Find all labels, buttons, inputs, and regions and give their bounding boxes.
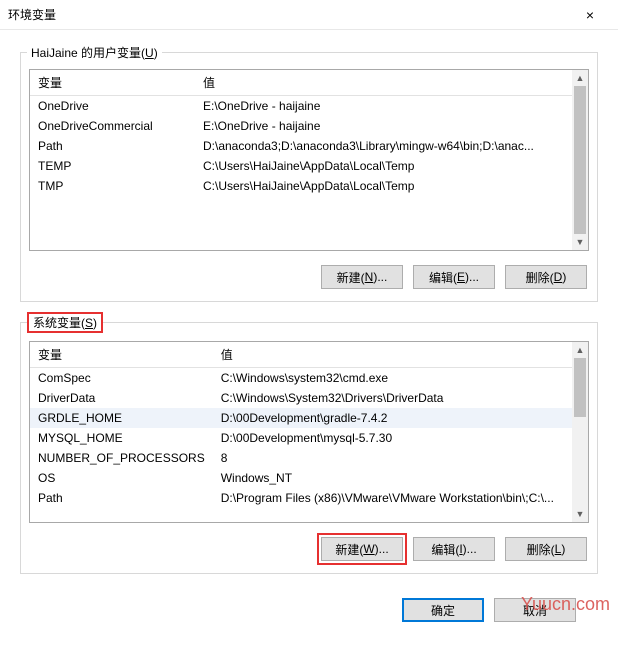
window-title: 环境变量 [8,6,570,23]
title-bar: 环境变量 × [0,0,618,30]
ok-button[interactable]: 确定 [402,598,484,622]
system-delete-button[interactable]: 删除(L) [505,537,587,561]
table-row[interactable]: OneDriveCommercialE:\OneDrive - haijaine [30,116,588,136]
scroll-track[interactable] [572,86,588,234]
scroll-down-icon[interactable]: ▼ [572,234,588,250]
table-row[interactable]: MYSQL_HOMED:\00Development\mysql-5.7.30 [30,428,588,448]
system-edit-button[interactable]: 编辑(I)... [413,537,495,561]
scrollbar[interactable]: ▲ ▼ [572,342,588,522]
system-variables-legend: 系统变量(S) [27,312,103,333]
scroll-up-icon[interactable]: ▲ [572,70,588,86]
table-row[interactable]: PathD:\Program Files (x86)\VMware\VMware… [30,488,588,508]
scroll-track[interactable] [572,358,588,506]
system-buttons-row: 新建(W)... 编辑(I)... 删除(L) [21,531,597,573]
scrollbar[interactable]: ▲ ▼ [572,70,588,250]
scroll-down-icon[interactable]: ▼ [572,506,588,522]
table-row[interactable]: OSWindows_NT [30,468,588,488]
user-buttons-row: 新建(N)... 编辑(E)... 删除(D) [21,259,597,301]
table-row[interactable]: NUMBER_OF_PROCESSORS8 [30,448,588,468]
dialog-content: HaiJaine 的用户变量(U) 变量 值 OneDriveE:\OneDri… [0,30,618,630]
col-name[interactable]: 变量 [30,342,213,368]
cancel-button[interactable]: 取消 [494,598,576,622]
system-variables-table-wrap: 变量 值 ComSpecC:\Windows\system32\cmd.exe … [29,341,589,523]
table-row[interactable]: TMPC:\Users\HaiJaine\AppData\Local\Temp [30,176,588,196]
user-new-button[interactable]: 新建(N)... [321,265,403,289]
system-new-button[interactable]: 新建(W)... [321,537,403,561]
user-delete-button[interactable]: 删除(D) [505,265,587,289]
scroll-up-icon[interactable]: ▲ [572,342,588,358]
dialog-buttons-row: 确定 取消 [20,584,598,622]
system-variables-group: 系统变量(S) 变量 值 ComSpecC:\Windows\system32\… [20,312,598,574]
user-variables-legend: HaiJaine 的用户变量(U) [27,44,162,61]
table-row[interactable]: TEMPC:\Users\HaiJaine\AppData\Local\Temp [30,156,588,176]
close-icon[interactable]: × [570,7,610,23]
scroll-thumb[interactable] [574,358,586,417]
user-variables-table-wrap: 变量 值 OneDriveE:\OneDrive - haijaine OneD… [29,69,589,251]
table-row[interactable]: ComSpecC:\Windows\system32\cmd.exe [30,368,588,389]
system-variables-table[interactable]: 变量 值 ComSpecC:\Windows\system32\cmd.exe … [30,342,588,508]
scroll-thumb[interactable] [574,86,586,234]
table-row[interactable]: GRDLE_HOMED:\00Development\gradle-7.4.2 [30,408,588,428]
user-variables-table[interactable]: 变量 值 OneDriveE:\OneDrive - haijaine OneD… [30,70,588,196]
user-edit-button[interactable]: 编辑(E)... [413,265,495,289]
table-row[interactable]: DriverDataC:\Windows\System32\Drivers\Dr… [30,388,588,408]
user-variables-group: HaiJaine 的用户变量(U) 变量 值 OneDriveE:\OneDri… [20,44,598,302]
col-value[interactable]: 值 [213,342,588,368]
table-row[interactable]: OneDriveE:\OneDrive - haijaine [30,96,588,117]
col-value[interactable]: 值 [195,70,588,96]
col-name[interactable]: 变量 [30,70,195,96]
table-row[interactable]: PathD:\anaconda3;D:\anaconda3\Library\mi… [30,136,588,156]
